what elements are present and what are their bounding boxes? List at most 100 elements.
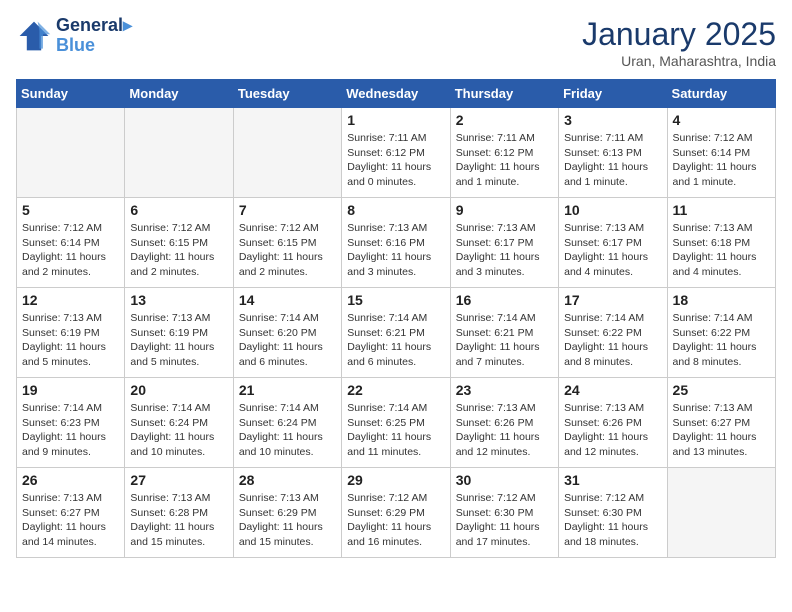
day-info-line: Sunrise: 7:12 AM <box>673 131 770 146</box>
day-info-line: Sunset: 6:14 PM <box>22 236 119 251</box>
day-info: Sunrise: 7:14 AMSunset: 6:23 PMDaylight:… <box>22 401 119 460</box>
day-info-line: Daylight: 11 hours <box>239 340 336 355</box>
day-info-line: and 6 minutes. <box>347 355 444 370</box>
day-number: 20 <box>130 382 227 398</box>
day-number: 23 <box>456 382 553 398</box>
day-number: 17 <box>564 292 661 308</box>
day-of-week-header: Monday <box>125 80 233 108</box>
calendar-cell <box>17 108 125 198</box>
day-number: 10 <box>564 202 661 218</box>
day-info-line: Sunset: 6:16 PM <box>347 236 444 251</box>
calendar-cell <box>125 108 233 198</box>
day-info-line: and 4 minutes. <box>564 265 661 280</box>
calendar-table: SundayMondayTuesdayWednesdayThursdayFrid… <box>16 79 776 558</box>
day-info-line: Daylight: 11 hours <box>22 520 119 535</box>
day-info-line: and 8 minutes. <box>673 355 770 370</box>
month-title: January 2025 <box>582 16 776 53</box>
day-info-line: Sunset: 6:29 PM <box>347 506 444 521</box>
day-info-line: Sunset: 6:25 PM <box>347 416 444 431</box>
day-info: Sunrise: 7:12 AMSunset: 6:14 PMDaylight:… <box>22 221 119 280</box>
day-info-line: Sunset: 6:14 PM <box>673 146 770 161</box>
day-info-line: Sunset: 6:13 PM <box>564 146 661 161</box>
day-info: Sunrise: 7:14 AMSunset: 6:20 PMDaylight:… <box>239 311 336 370</box>
day-info-line: Daylight: 11 hours <box>456 160 553 175</box>
day-info-line: Daylight: 11 hours <box>347 520 444 535</box>
day-info-line: and 11 minutes. <box>347 445 444 460</box>
day-info-line: and 7 minutes. <box>456 355 553 370</box>
day-info-line: Sunrise: 7:14 AM <box>347 311 444 326</box>
day-info-line: Daylight: 11 hours <box>347 430 444 445</box>
day-info-line: Sunset: 6:23 PM <box>22 416 119 431</box>
calendar-cell: 2Sunrise: 7:11 AMSunset: 6:12 PMDaylight… <box>450 108 558 198</box>
day-info-line: Sunrise: 7:11 AM <box>456 131 553 146</box>
week-row: 19Sunrise: 7:14 AMSunset: 6:23 PMDayligh… <box>17 378 776 468</box>
day-info-line: Sunrise: 7:14 AM <box>22 401 119 416</box>
day-info-line: Sunrise: 7:13 AM <box>22 491 119 506</box>
day-info-line: Sunrise: 7:12 AM <box>22 221 119 236</box>
day-info-line: and 15 minutes. <box>239 535 336 550</box>
day-number: 4 <box>673 112 770 128</box>
day-info: Sunrise: 7:14 AMSunset: 6:22 PMDaylight:… <box>673 311 770 370</box>
day-info-line: Sunrise: 7:14 AM <box>347 401 444 416</box>
calendar-cell: 26 Sunrise: 7:13 AMSunset: 6:27 PMDayligh… <box>17 468 125 558</box>
day-info-line: Daylight: 11 hours <box>22 430 119 445</box>
logo-text-line2: Blue <box>56 36 132 56</box>
day-info-line: Sunset: 6:27 PM <box>673 416 770 431</box>
calendar-cell: 9Sunrise: 7:13 AMSunset: 6:17 PMDaylight… <box>450 198 558 288</box>
day-number: 15 <box>347 292 444 308</box>
day-number: 13 <box>130 292 227 308</box>
calendar-cell: 24Sunrise: 7:13 AMSunset: 6:26 PMDayligh… <box>559 378 667 468</box>
day-info-line: Sunrise: 7:13 AM <box>239 491 336 506</box>
days-header-row: SundayMondayTuesdayWednesdayThursdayFrid… <box>17 80 776 108</box>
day-info: Sunrise: 7:12 AMSunset: 6:30 PMDaylight:… <box>564 491 661 550</box>
day-info-line: Sunrise: 7:13 AM <box>564 401 661 416</box>
week-row: 1Sunrise: 7:11 AMSunset: 6:12 PMDaylight… <box>17 108 776 198</box>
day-info-line: Sunrise: 7:12 AM <box>239 221 336 236</box>
day-number: 26 <box>22 472 119 488</box>
calendar-cell: 10Sunrise: 7:13 AMSunset: 6:17 PMDayligh… <box>559 198 667 288</box>
calendar-cell: 20Sunrise: 7:14 AMSunset: 6:24 PMDayligh… <box>125 378 233 468</box>
day-info-line: Sunrise: 7:11 AM <box>564 131 661 146</box>
day-info-line: Daylight: 11 hours <box>239 520 336 535</box>
day-of-week-header: Friday <box>559 80 667 108</box>
logo: General▸ Blue <box>16 16 132 56</box>
day-info-line: and 1 minute. <box>456 175 553 190</box>
day-info-line: Sunset: 6:30 PM <box>564 506 661 521</box>
day-info: Sunrise: 7:13 AMSunset: 6:27 PMDaylight:… <box>22 491 119 550</box>
day-number: 30 <box>456 472 553 488</box>
day-info-line: Sunset: 6:15 PM <box>130 236 227 251</box>
logo-text-line1: General▸ <box>56 16 132 36</box>
day-info-line: and 14 minutes. <box>22 535 119 550</box>
day-number: 11 <box>673 202 770 218</box>
day-info: Sunrise: 7:13 AMSunset: 6:19 PMDaylight:… <box>22 311 119 370</box>
day-info-line: Sunrise: 7:12 AM <box>564 491 661 506</box>
day-info: Sunrise: 7:12 AMSunset: 6:15 PMDaylight:… <box>130 221 227 280</box>
day-info-line: Daylight: 11 hours <box>673 340 770 355</box>
day-info-line: and 0 minutes. <box>347 175 444 190</box>
calendar-cell: 13 Sunrise: 7:13 AMSunset: 6:19 PMDayligh… <box>125 288 233 378</box>
day-info-line: Daylight: 11 hours <box>564 520 661 535</box>
day-info: Sunrise: 7:14 AMSunset: 6:25 PMDaylight:… <box>347 401 444 460</box>
day-info-line: and 13 minutes. <box>673 445 770 460</box>
day-number: 5 <box>22 202 119 218</box>
day-info: Sunrise: 7:14 AMSunset: 6:22 PMDaylight:… <box>564 311 661 370</box>
day-number: 14 <box>239 292 336 308</box>
day-of-week-header: Saturday <box>667 80 775 108</box>
day-info-line: Sunset: 6:29 PM <box>239 506 336 521</box>
calendar-cell: 1Sunrise: 7:11 AMSunset: 6:12 PMDaylight… <box>342 108 450 198</box>
day-info-line: Sunrise: 7:13 AM <box>673 401 770 416</box>
calendar-cell: 11Sunrise: 7:13 AMSunset: 6:18 PMDayligh… <box>667 198 775 288</box>
day-number: 31 <box>564 472 661 488</box>
calendar-cell: 4Sunrise: 7:12 AMSunset: 6:14 PMDaylight… <box>667 108 775 198</box>
day-info: Sunrise: 7:13 AMSunset: 6:19 PMDaylight:… <box>130 311 227 370</box>
day-info-line: Daylight: 11 hours <box>347 160 444 175</box>
day-info: Sunrise: 7:13 AMSunset: 6:17 PMDaylight:… <box>456 221 553 280</box>
day-number: 3 <box>564 112 661 128</box>
calendar-cell: 21Sunrise: 7:14 AMSunset: 6:24 PMDayligh… <box>233 378 341 468</box>
day-info: Sunrise: 7:13 AMSunset: 6:26 PMDaylight:… <box>564 401 661 460</box>
day-info-line: Daylight: 11 hours <box>673 250 770 265</box>
day-info-line: Daylight: 11 hours <box>347 340 444 355</box>
day-info-line: and 3 minutes. <box>456 265 553 280</box>
day-info-line: and 16 minutes. <box>347 535 444 550</box>
day-info: Sunrise: 7:12 AMSunset: 6:30 PMDaylight:… <box>456 491 553 550</box>
